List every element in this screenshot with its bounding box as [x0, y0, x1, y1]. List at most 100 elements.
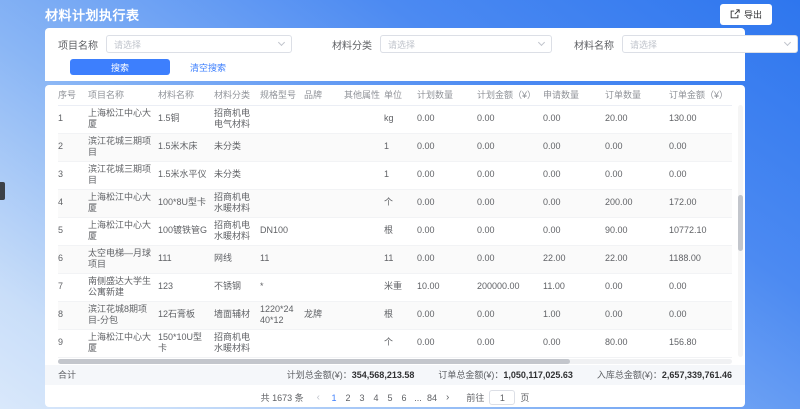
order-total-value: 1,050,117,025.63	[503, 370, 573, 380]
filters-row: 项目名称 请选择 材料分类 请选择 材料名称 请选择	[58, 35, 732, 53]
goto-page-input[interactable]	[489, 390, 515, 405]
table-cell: 0.00	[605, 161, 669, 189]
table-cell: 上海松江中心大厦	[88, 329, 158, 357]
horizontal-scrollbar[interactable]	[58, 359, 732, 364]
material-name-placeholder: 请选择	[630, 38, 657, 51]
table-row[interactable]: 6太空电梯—月球项目111网线11110.000.0022.0022.00118…	[58, 245, 732, 273]
table-cell: 根	[384, 301, 417, 329]
table-cell: DN100	[260, 217, 304, 245]
table-cell: 1	[58, 105, 88, 133]
table-cell: 11.00	[543, 273, 605, 301]
table-cell: 滨江花城三期项目	[88, 133, 158, 161]
table-cell	[304, 133, 344, 161]
table-cell: 0.00	[417, 105, 477, 133]
clear-search-button[interactable]: 清空搜索	[190, 61, 226, 74]
table-cell: 172.00	[669, 189, 732, 217]
table-cell: 上海松江中心大厦	[88, 105, 158, 133]
table-row[interactable]: 1上海松江中心大厦1.5铜招商机电 电气材料kg0.000.000.0020.0…	[58, 105, 732, 133]
table-cell: 100*8U型卡	[158, 189, 214, 217]
table-cell	[260, 161, 304, 189]
drawer-handle[interactable]	[0, 182, 5, 200]
vertical-scrollbar-thumb[interactable]	[738, 195, 743, 251]
table-cell: 0.00	[543, 133, 605, 161]
page-button-1[interactable]: 1	[327, 393, 341, 403]
table-cell: 90.00	[605, 217, 669, 245]
page-button-2[interactable]: 2	[341, 393, 355, 403]
table-row[interactable]: 5上海松江中心大厦100镀铁管G招商机电 水暖材料DN100根0.000.000…	[58, 217, 732, 245]
table-cell: 0.00	[543, 329, 605, 357]
page-button-6[interactable]: 6	[397, 393, 411, 403]
table-cell: 根	[384, 217, 417, 245]
page-button-4[interactable]: 4	[369, 393, 383, 403]
table-cell: 22.00	[543, 245, 605, 273]
search-button[interactable]: 搜索	[70, 59, 170, 75]
table-cell: 米重	[384, 273, 417, 301]
table-row[interactable]: 7南侧盛达大学生公寓新建123不锈钢*米重10.00200000.0011.00…	[58, 273, 732, 301]
next-page-button[interactable]: ›	[444, 392, 451, 403]
table-cell: 12石膏板	[158, 301, 214, 329]
table-row[interactable]: 8滨江花城8期项目-分包12石膏板墙面辅材1220*2440*12龙牌根0.00…	[58, 301, 732, 329]
column-header: 规格型号	[260, 85, 304, 105]
table-cell: 龙牌	[304, 301, 344, 329]
table-cell: 1.5铜	[158, 105, 214, 133]
table-cell: 个	[384, 189, 417, 217]
table-row[interactable]: 3滨江花城三期项目1.5米水平仪未分类10.000.000.000.000.00	[58, 161, 732, 189]
table-cell: 0.00	[669, 161, 732, 189]
table-cell: 5	[58, 217, 88, 245]
table-row[interactable]: 4上海松江中心大厦100*8U型卡招商机电 水暖材料个0.000.000.002…	[58, 189, 732, 217]
pagination: 共 1673 条 ‹ 123456...84 › 前往 页	[45, 385, 745, 408]
table-row[interactable]: 9上海松江中心大厦150*10U型卡招商机电 水暖材料个0.000.000.00…	[58, 329, 732, 357]
goto-label: 前往	[466, 391, 484, 404]
table-cell	[304, 273, 344, 301]
page-ellipsis[interactable]: ...	[411, 393, 425, 403]
material-category-placeholder: 请选择	[388, 38, 415, 51]
table-cell: 0.00	[477, 301, 543, 329]
table-cell: 0.00	[417, 161, 477, 189]
chevron-down-icon	[278, 39, 285, 46]
table-cell: 2	[58, 133, 88, 161]
table-cell: 0.00	[477, 217, 543, 245]
table-cell: 墙面辅材	[214, 301, 260, 329]
column-header: 序号	[58, 85, 88, 105]
table-cell: 11	[260, 245, 304, 273]
table-cell: 招商机电 水暖材料	[214, 189, 260, 217]
table-row[interactable]: 2滨江花城三期项目1.5米木床未分类10.000.000.000.000.00	[58, 133, 732, 161]
total-count: 共 1673 条	[261, 391, 304, 404]
project-name-select[interactable]: 请选择	[106, 35, 292, 53]
table-cell	[344, 245, 384, 273]
table-cell: 1.5米木床	[158, 133, 214, 161]
table-cell: 6	[58, 245, 88, 273]
table-cell: 111	[158, 245, 214, 273]
prev-page-button[interactable]: ‹	[315, 392, 322, 403]
material-category-label: 材料分类	[332, 37, 372, 52]
page-button-3[interactable]: 3	[355, 393, 369, 403]
table-cell: 150*10U型卡	[158, 329, 214, 357]
filter-panel: 项目名称 请选择 材料分类 请选择 材料名称 请选择	[45, 28, 745, 81]
filter-project-name: 项目名称 请选择	[58, 35, 332, 53]
column-header: 订单金额（¥）	[669, 85, 732, 105]
export-button[interactable]: 导出	[720, 4, 772, 25]
table-cell: 130.00	[669, 105, 732, 133]
material-name-select[interactable]: 请选择	[622, 35, 798, 53]
export-icon	[730, 9, 740, 19]
table-cell	[344, 329, 384, 357]
summary-row: 合计 计划总金额(¥)：354,568,213.58 订单总金额(¥)：1,05…	[45, 365, 745, 385]
table-cell	[344, 217, 384, 245]
goto-page: 前往 页	[466, 390, 529, 405]
column-header: 材料名称	[158, 85, 214, 105]
export-label: 导出	[744, 8, 762, 21]
vertical-scrollbar[interactable]	[738, 105, 743, 357]
planned-total-label: 计划总金额(¥)：	[287, 370, 352, 380]
page-button-5[interactable]: 5	[383, 393, 397, 403]
filter-actions: 搜索 清空搜索	[58, 59, 732, 75]
table-cell: 20.00	[605, 105, 669, 133]
table-cell: 80.00	[605, 329, 669, 357]
table-cell: 不锈钢	[214, 273, 260, 301]
table-cell	[260, 133, 304, 161]
table-cell: 0.00	[477, 329, 543, 357]
material-category-select[interactable]: 请选择	[380, 35, 552, 53]
table-cell: 0.00	[669, 273, 732, 301]
horizontal-scrollbar-thumb[interactable]	[58, 359, 570, 364]
table-cell: 南侧盛达大学生公寓新建	[88, 273, 158, 301]
page-button-84[interactable]: 84	[425, 393, 439, 403]
